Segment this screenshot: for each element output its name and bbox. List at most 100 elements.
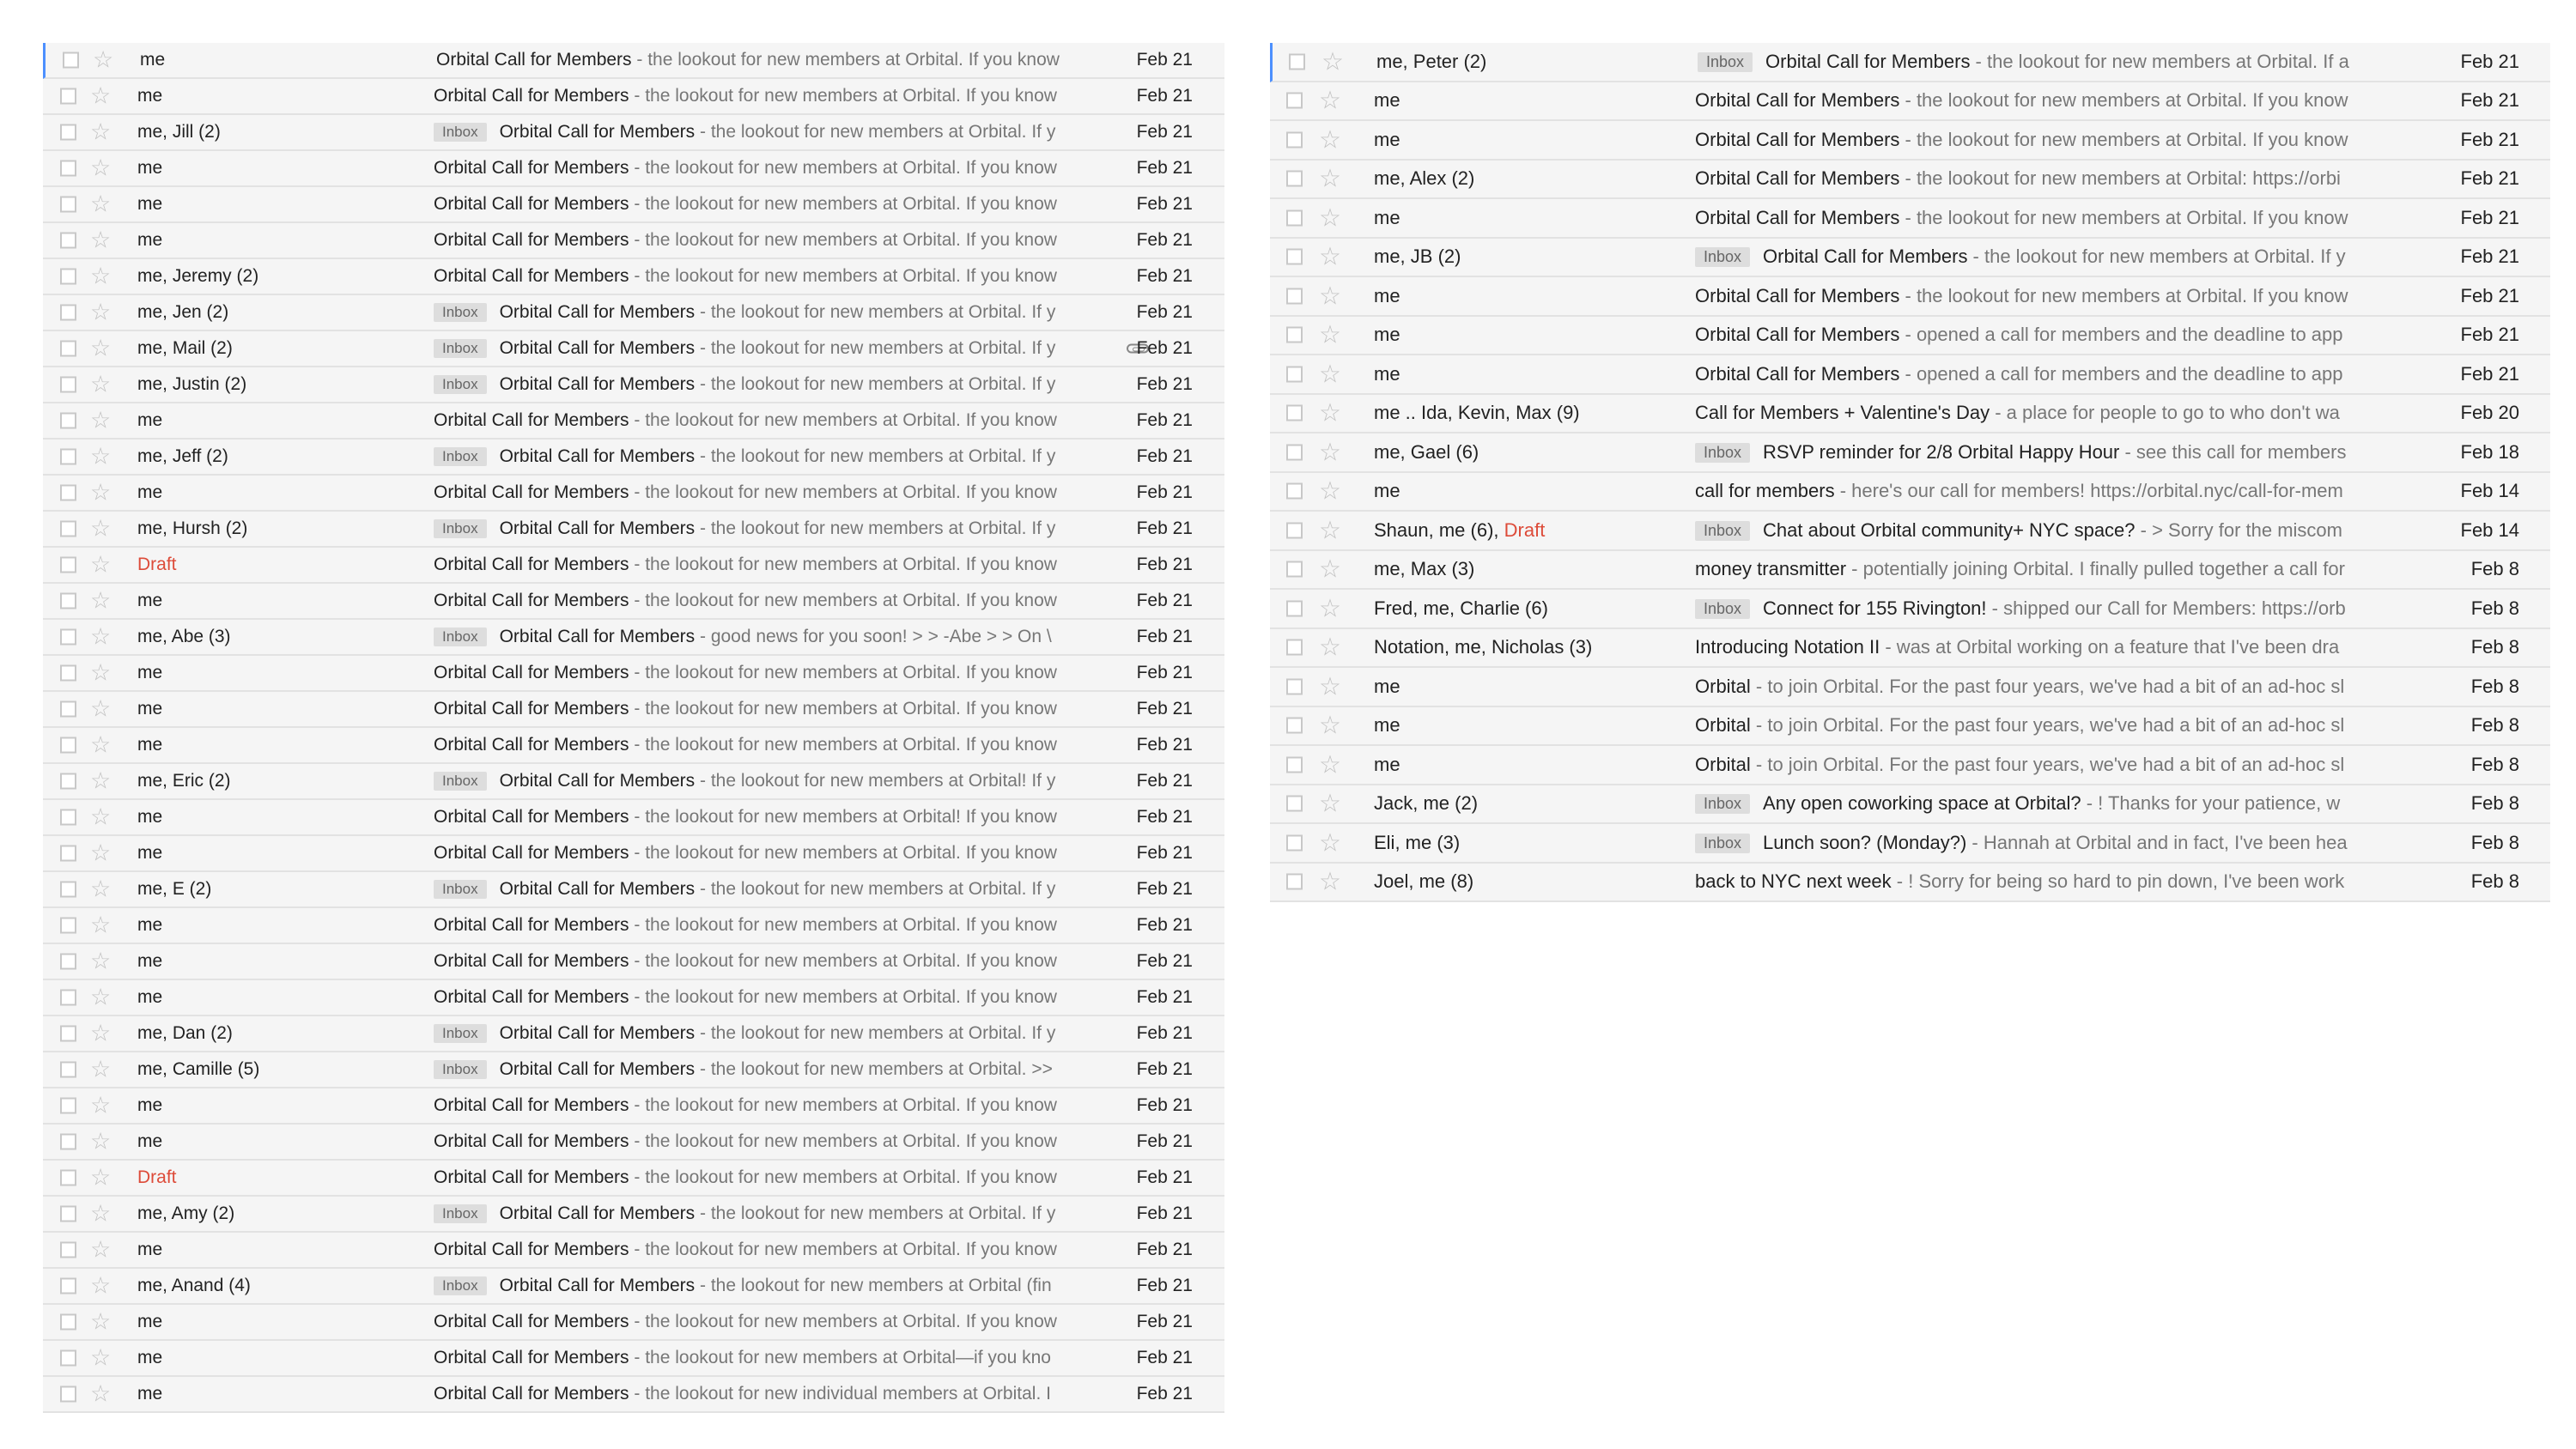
email-row[interactable]: ☆ me, Jill (2) Inbox Orbital Call for Membe…: [43, 115, 1224, 151]
select-checkbox[interactable]: [60, 1025, 76, 1042]
email-row[interactable]: ☆ me call for members - here's our call fo…: [1270, 473, 2550, 512]
star-icon[interactable]: ☆: [90, 301, 111, 324]
email-row[interactable]: ☆ me Orbital Call for Members - the lookou…: [43, 728, 1224, 764]
email-row[interactable]: ☆ me, Peter (2) Inbox Orbital Call for Memb…: [1270, 43, 2550, 82]
select-checkbox[interactable]: [60, 917, 76, 934]
select-checkbox[interactable]: [1286, 482, 1303, 500]
email-row[interactable]: ☆ me, Max (3) money transmitter - potentia…: [1270, 551, 2550, 590]
select-checkbox[interactable]: [60, 340, 76, 357]
inbox-label[interactable]: Inbox: [434, 1276, 487, 1295]
email-row[interactable]: ☆ me, Abe (3) Inbox Orbital Call for Member…: [43, 620, 1224, 656]
select-checkbox[interactable]: [60, 88, 76, 105]
email-row[interactable]: ☆ me Orbital Call for Members - the lookou…: [43, 908, 1224, 944]
email-row[interactable]: ☆ me Orbital Call for Members - the lookou…: [1270, 199, 2550, 239]
inbox-label[interactable]: Inbox: [1695, 247, 1751, 268]
select-checkbox[interactable]: [60, 304, 76, 321]
select-checkbox[interactable]: [1286, 170, 1303, 187]
star-icon[interactable]: ☆: [93, 49, 113, 72]
email-row[interactable]: ☆ Joel, me (8) back to NYC next week - ! S…: [1270, 864, 2550, 902]
email-row[interactable]: ☆ me, Jen (2) Inbox Orbital Call for Member…: [43, 295, 1224, 331]
select-checkbox[interactable]: [60, 124, 76, 141]
email-row[interactable]: ☆ me Orbital Call for Members - the lookou…: [43, 187, 1224, 223]
inbox-label[interactable]: Inbox: [1695, 520, 1751, 541]
select-checkbox[interactable]: [60, 664, 76, 682]
star-icon[interactable]: ☆: [1319, 166, 1341, 191]
star-icon[interactable]: ☆: [90, 157, 111, 180]
star-icon[interactable]: ☆: [90, 85, 111, 108]
select-checkbox[interactable]: [1286, 404, 1303, 421]
email-row[interactable]: ☆ me Orbital Call for Members - the lookou…: [43, 1305, 1224, 1341]
star-icon[interactable]: ☆: [1319, 830, 1341, 855]
select-checkbox[interactable]: [1286, 795, 1303, 812]
select-checkbox[interactable]: [60, 881, 76, 898]
email-row[interactable]: ☆ Jack, me (2) Inbox Any open coworking spa…: [1270, 785, 2550, 824]
email-row[interactable]: ☆ Eli, me (3) Inbox Lunch soon? (Monday?) -…: [1270, 824, 2550, 864]
email-row[interactable]: ☆ me Orbital Call for Members - the lookou…: [43, 151, 1224, 187]
select-checkbox[interactable]: [60, 1313, 76, 1331]
select-checkbox[interactable]: [1286, 131, 1303, 149]
star-icon[interactable]: ☆: [1319, 440, 1341, 464]
email-row[interactable]: ☆ me Orbital Call for Members - the lookou…: [43, 584, 1224, 620]
star-icon[interactable]: ☆: [1319, 361, 1341, 386]
select-checkbox[interactable]: [1286, 92, 1303, 109]
email-row[interactable]: ☆ me, Dan (2) Inbox Orbital Call for Member…: [43, 1016, 1224, 1052]
star-icon[interactable]: ☆: [90, 518, 111, 541]
star-icon[interactable]: ☆: [1319, 518, 1341, 543]
inbox-label[interactable]: Inbox: [434, 880, 487, 899]
email-row[interactable]: ☆ Notation, me, Nicholas (3) Introducing N…: [1270, 629, 2550, 668]
select-checkbox[interactable]: [60, 484, 76, 501]
inbox-label[interactable]: Inbox: [1695, 598, 1751, 619]
select-checkbox[interactable]: [60, 845, 76, 862]
email-row[interactable]: ☆ me, Jeff (2) Inbox Orbital Call for Membe…: [43, 440, 1224, 476]
star-icon[interactable]: ☆: [1319, 596, 1341, 621]
star-icon[interactable]: ☆: [1319, 752, 1341, 777]
email-row[interactable]: ☆ me, Anand (4) Inbox Orbital Call for Memb…: [43, 1269, 1224, 1305]
select-checkbox[interactable]: [60, 1205, 76, 1222]
star-icon[interactable]: ☆: [1319, 791, 1341, 816]
email-row[interactable]: ☆ me Orbital Call for Members - the lookou…: [43, 836, 1224, 872]
inbox-label[interactable]: Inbox: [434, 1060, 487, 1079]
email-row[interactable]: ☆ me Orbital Call for Members - the lookou…: [43, 1125, 1224, 1161]
select-checkbox[interactable]: [60, 1277, 76, 1294]
email-row[interactable]: ☆ me Orbital Call for Members - the lookou…: [43, 476, 1224, 512]
select-checkbox[interactable]: [60, 953, 76, 970]
select-checkbox[interactable]: [1286, 834, 1303, 852]
select-checkbox[interactable]: [1289, 53, 1305, 70]
star-icon[interactable]: ☆: [90, 554, 111, 577]
star-icon[interactable]: ☆: [90, 986, 111, 1009]
email-row[interactable]: ☆ me Orbital Call for Members - opened a c…: [1270, 317, 2550, 355]
select-checkbox[interactable]: [60, 592, 76, 609]
select-checkbox[interactable]: [60, 1061, 76, 1078]
star-icon[interactable]: ☆: [90, 1022, 111, 1046]
email-row[interactable]: ☆ me Orbital Call for Members - the lookou…: [43, 1233, 1224, 1269]
inbox-label[interactable]: Inbox: [434, 1024, 487, 1043]
select-checkbox[interactable]: [60, 376, 76, 393]
select-checkbox[interactable]: [60, 412, 76, 429]
email-row[interactable]: ☆ me Orbital Call for Members - opened a c…: [1270, 355, 2550, 395]
select-checkbox[interactable]: [1286, 366, 1303, 383]
email-row[interactable]: ☆ me Orbital Call for Members - the lookou…: [43, 1377, 1224, 1413]
email-row[interactable]: ☆ me Orbital Call for Members - the lookou…: [43, 223, 1224, 259]
star-icon[interactable]: ☆: [90, 590, 111, 613]
select-checkbox[interactable]: [60, 989, 76, 1006]
star-icon[interactable]: ☆: [1319, 127, 1341, 152]
star-icon[interactable]: ☆: [90, 662, 111, 685]
inbox-label[interactable]: Inbox: [1698, 52, 1753, 72]
select-checkbox[interactable]: [60, 448, 76, 465]
star-icon[interactable]: ☆: [1321, 49, 1344, 74]
star-icon[interactable]: ☆: [1319, 634, 1341, 660]
email-row[interactable]: ☆ me Orbital Call for Members - the lookou…: [43, 79, 1224, 115]
star-icon[interactable]: ☆: [90, 842, 111, 865]
select-checkbox[interactable]: [60, 1169, 76, 1186]
inbox-label[interactable]: Inbox: [1695, 794, 1751, 815]
star-icon[interactable]: ☆: [90, 734, 111, 757]
email-row[interactable]: ☆ me Orbital Call for Members - the lookou…: [43, 692, 1224, 728]
email-row[interactable]: ☆ me Orbital Call for Members - the lookou…: [1270, 82, 2550, 121]
email-row[interactable]: ☆ me, E (2) Inbox Orbital Call for Members …: [43, 872, 1224, 908]
inbox-label[interactable]: Inbox: [434, 339, 487, 358]
star-icon[interactable]: ☆: [1319, 400, 1341, 426]
email-row[interactable]: ☆ me .. Ida, Kevin, Max (9) Call for Membe…: [1270, 395, 2550, 433]
email-row[interactable]: ☆ me, Eric (2) Inbox Orbital Call for Membe…: [43, 764, 1224, 800]
star-icon[interactable]: ☆: [1319, 205, 1341, 230]
inbox-label[interactable]: Inbox: [434, 627, 487, 646]
